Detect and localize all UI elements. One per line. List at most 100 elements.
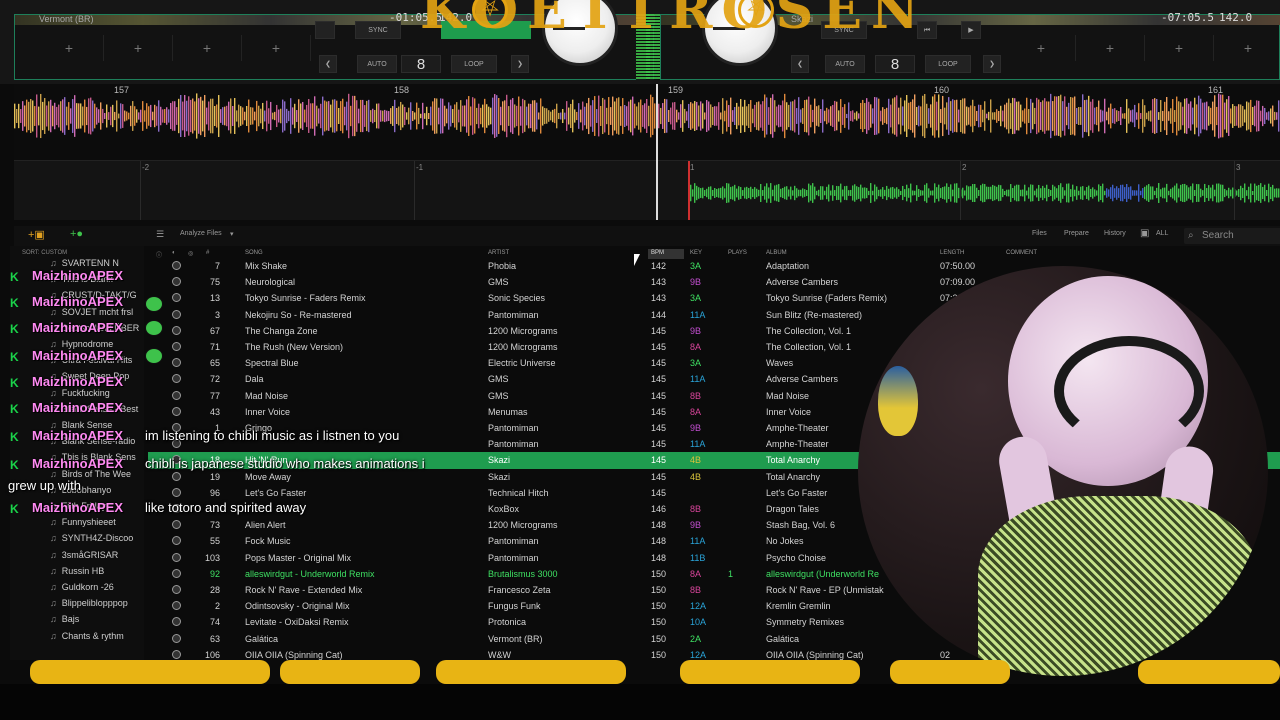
all-filter-button[interactable]: ALL [1156,230,1168,237]
sidebar-playlist-item[interactable]: ♫ Funnyshieeet [50,517,150,533]
layout-icon[interactable]: ▣ [1140,228,1149,239]
column-comment[interactable]: COMMENT [1006,250,1037,256]
waveform-zoom[interactable]: -2 -1 1 2 3 [14,160,1280,220]
hotcue-add-button[interactable]: + [1076,35,1145,61]
sidebar-playlist-item[interactable]: ♫ SYNTH4Z-Discoo [50,533,150,549]
deck-left-loop-size[interactable]: 8 [401,55,441,73]
waveform-bar [1032,102,1034,130]
waveform-bar [836,101,838,131]
deck-left-track-title: Vermont (BR) [39,14,94,24]
column-num[interactable]: # [206,250,209,256]
deck-right-prev-icon[interactable]: ❮ [791,55,809,73]
analyze-files-button[interactable]: Analyze Files [180,230,222,237]
waveform-bar [178,98,180,134]
waveform-bar [662,103,664,129]
waveform-overview[interactable]: 157 158 159 160 161 [14,84,1280,160]
zoom-waveform-bar [990,186,992,200]
zoom-waveform-bar [1122,184,1124,202]
track-key: 11B [690,552,706,563]
zoom-waveform-bar [742,190,744,196]
waveform-bar [92,100,94,132]
column-plays[interactable]: PLAYS [728,250,747,256]
waveform-bar [134,106,136,126]
waveform-bar [890,104,892,128]
cue-icon: ◎ [188,251,194,257]
zoom-waveform-bar [858,187,860,199]
waveform-bar [1160,100,1162,132]
track-artist: Pantomiman [488,309,539,320]
zoom-waveform-bar [792,190,794,196]
zoom-waveform-bar [1042,185,1044,201]
waveform-bar [612,96,614,136]
chevron-down-icon[interactable]: ▾ [230,230,234,238]
sidebar-playlist-item[interactable]: ♫ Russin HB [50,566,150,582]
hotcue-add-button[interactable]: + [1214,35,1280,61]
deck-left-prev-icon[interactable]: ❮ [319,55,337,73]
zoom-waveform-bar [1006,189,1008,197]
prepare-button[interactable]: Prepare [1064,230,1089,237]
column-album[interactable]: ALBUM [766,250,787,256]
hotcue-add-button[interactable]: + [1145,35,1214,61]
waveform-bar [538,112,540,120]
sidebar-playlist-item[interactable]: ♫ Bajs [50,614,150,630]
waveform-bar [1060,94,1062,138]
sidebar-playlist-item[interactable]: ♫ 3småGRISAR [50,550,150,566]
deck-right-loop-size[interactable]: 8 [875,55,915,73]
zoom-waveform-bar [778,184,780,202]
waveform-bar [660,107,662,125]
waveform-bar [694,101,696,131]
waveform-bar [1212,101,1214,131]
column-artist[interactable]: ARTIST [488,250,509,256]
hotcue-add-button[interactable]: + [173,35,242,61]
waveform-bar [420,113,422,119]
history-button[interactable]: History [1104,230,1126,237]
hotcue-add-button[interactable]: + [1007,35,1076,61]
sidebar-playlist-item[interactable]: ♫ Chants & rythm [50,631,150,647]
track-bpm: 146 [650,504,666,514]
zoom-waveform-bar [1130,186,1132,200]
sidebar-playlist-item[interactable]: ♫ Blippeliblopppop [50,598,150,614]
deck-left-next-icon[interactable]: ❯ [511,55,529,73]
search-input[interactable]: ⌕ Search [1184,228,1280,244]
deck-right-auto-button[interactable]: AUTO [825,55,865,73]
zoom-waveform-bar [954,183,956,203]
deck-left-sync-button[interactable]: SYNC [355,21,401,39]
waveform-bar [198,98,200,134]
deck-right-loop-button[interactable]: LOOP [925,55,971,73]
zoom-waveform-bar [896,187,898,199]
waveform-bar [542,106,544,126]
zoom-waveform-bar [728,183,730,203]
deck-left-auto-button[interactable]: AUTO [357,55,397,73]
deck-left-loop-button[interactable]: LOOP [451,55,497,73]
add-folder-icon[interactable]: +▣ [28,228,45,241]
zoom-waveform-bar [838,186,840,200]
track-bpm: 145 [650,390,666,401]
waveform-bar [504,100,506,132]
zoom-waveform-bar [992,184,994,202]
deck-right-play-icon[interactable]: ▶ [961,21,981,39]
waveform-bar [1048,101,1050,131]
deck-left-off-button[interactable] [315,21,335,39]
add-playlist-icon[interactable]: +● [70,228,83,240]
zoom-waveform-bar [1200,188,1202,198]
hotcue-add-button[interactable]: + [35,35,104,61]
zoom-waveform-bar [1102,183,1104,203]
track-number: 77 [209,390,220,401]
waveform-bar [552,109,554,123]
deck-left-hotcues: + + + + [35,35,311,61]
sidebar-playlist-item[interactable]: ♫ Guldkorn -26 [50,582,150,598]
playhead-marker [656,84,658,220]
deck-right-next-icon[interactable]: ❯ [983,55,1001,73]
hotcue-add-button[interactable]: + [104,35,173,61]
waveform-bar [848,102,850,130]
view-toggle-icon[interactable]: ☰ [156,229,164,240]
column-key[interactable]: KEY [690,250,702,256]
column-length[interactable]: LENGTH [940,250,964,256]
track-artist: Pantomiman [488,439,539,450]
waveform-bar [904,100,906,132]
column-song[interactable]: SONG [245,250,263,256]
hotcue-add-button[interactable]: + [242,35,311,61]
waveform-bar [90,97,92,135]
waveform-bar [260,108,262,124]
files-button[interactable]: Files [1032,230,1047,237]
